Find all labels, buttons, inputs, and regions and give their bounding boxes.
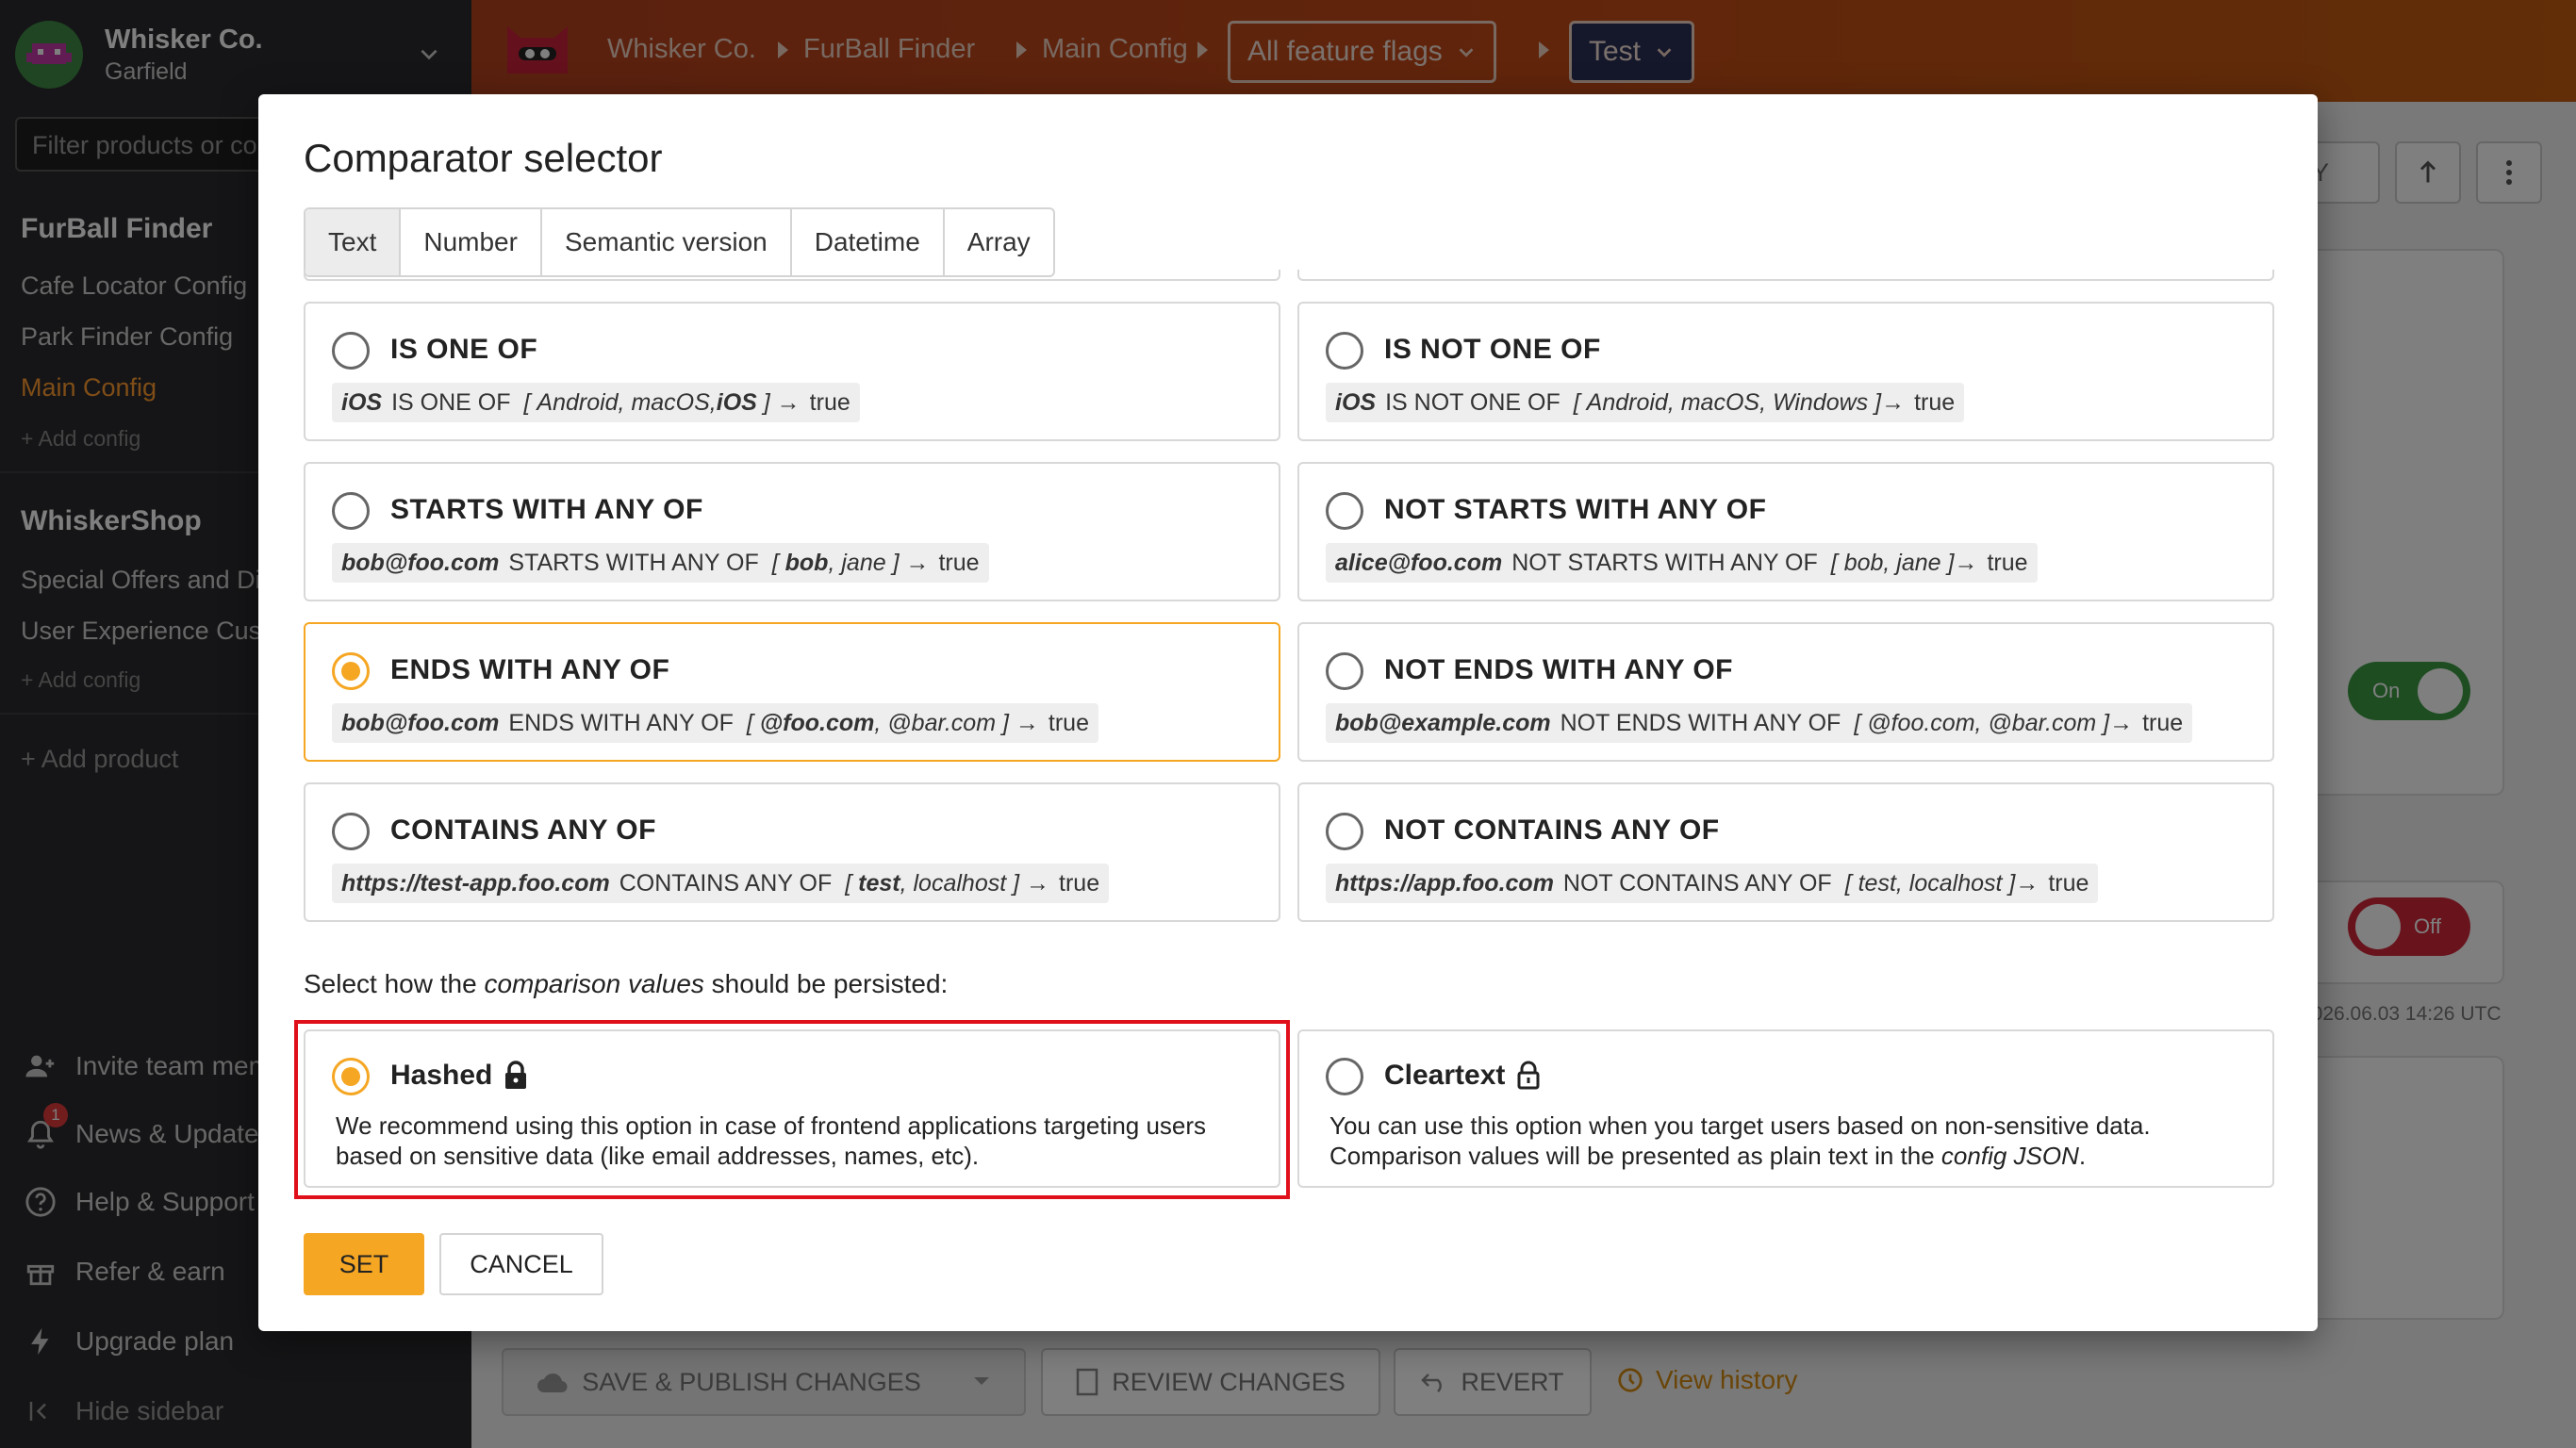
lock-open-icon [1516, 1061, 1541, 1091]
comparator-type-tabs: Text Number Semantic version Datetime Ar… [304, 207, 1055, 277]
comparator-example: https://app.foo.com NOT CONTAINS ANY OF[ … [1326, 864, 2099, 903]
scrolled-option-edge [304, 270, 1280, 281]
comparator-selector-dialog: Comparator selector Text Number Semantic… [258, 94, 2318, 1331]
persist-description: You can use this option when you target … [1329, 1111, 2151, 1170]
radio-button[interactable] [332, 813, 370, 850]
comparator-example: https://test-app.foo.com CONTAINS ANY OF[… [332, 864, 1110, 903]
comparator-example: bob@foo.com STARTS WITH ANY OF[ bob, jane… [332, 543, 989, 583]
comparator-starts-with-any-of[interactable]: STARTS WITH ANY OF bob@foo.com STARTS WIT… [304, 462, 1280, 601]
comparator-example: iOS IS ONE OF[ Android, macOS, iOS ] → tru… [332, 383, 860, 422]
radio-button[interactable] [1326, 492, 1363, 530]
comparator-is-not-one-of[interactable]: IS NOT ONE OF iOS IS NOT ONE OF[ Android,… [1297, 302, 2274, 441]
comparator-is-one-of[interactable]: IS ONE OF iOS IS ONE OF[ Android, macOS, … [304, 302, 1280, 441]
comparator-not-starts-with-any-of[interactable]: NOT STARTS WITH ANY OF alice@foo.com NOT … [1297, 462, 2274, 601]
radio-button[interactable] [1326, 332, 1363, 370]
radio-button-selected[interactable] [332, 652, 370, 690]
comparator-example: bob@foo.com ENDS WITH ANY OF[ @foo.com, @… [332, 703, 1098, 743]
comparator-contains-any-of[interactable]: CONTAINS ANY OF https://test-app.foo.com… [304, 782, 1280, 922]
tab-array[interactable]: Array [945, 209, 1053, 275]
highlight-annotation [294, 1020, 1290, 1199]
radio-button[interactable] [1326, 813, 1363, 850]
tab-semantic-version[interactable]: Semantic version [542, 209, 792, 275]
radio-button[interactable] [1326, 1058, 1363, 1095]
comparator-not-ends-with-any-of[interactable]: NOT ENDS WITH ANY OF bob@example.com NOT … [1297, 622, 2274, 762]
tab-number[interactable]: Number [401, 209, 542, 275]
comparator-example: alice@foo.com NOT STARTS WITH ANY OF[ bob… [1326, 543, 2038, 583]
comparator-not-contains-any-of[interactable]: NOT CONTAINS ANY OF https://app.foo.com N… [1297, 782, 2274, 922]
tab-text[interactable]: Text [305, 209, 402, 275]
scrolled-option-edge [1297, 270, 2274, 281]
radio-button[interactable] [332, 492, 370, 530]
set-button[interactable]: SET [304, 1233, 424, 1295]
comparator-ends-with-any-of[interactable]: ENDS WITH ANY OF bob@foo.com ENDS WITH AN… [304, 622, 1280, 762]
persist-option-cleartext[interactable]: Cleartext You can use this option when y… [1297, 1029, 2274, 1188]
comparator-example: iOS IS NOT ONE OF[ Android, macOS, Window… [1326, 383, 1965, 422]
radio-button[interactable] [1326, 652, 1363, 690]
persistence-label: Select how the comparison values should … [304, 969, 949, 998]
radio-button[interactable] [332, 332, 370, 370]
cancel-button[interactable]: CANCEL [439, 1233, 603, 1295]
tab-datetime[interactable]: Datetime [792, 209, 945, 275]
dialog-title: Comparator selector [304, 136, 663, 180]
comparator-example: bob@example.com NOT ENDS WITH ANY OF[ @fo… [1326, 703, 2193, 743]
